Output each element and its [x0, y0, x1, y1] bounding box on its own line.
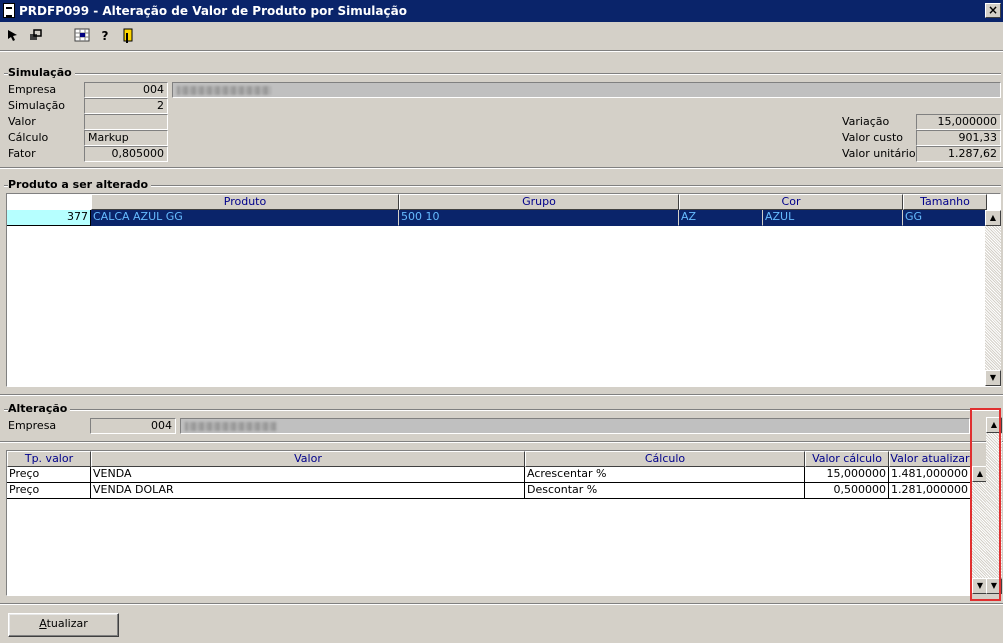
alteracao-empresa-name-field: [180, 418, 970, 434]
variacao-field: 15,000000: [916, 114, 1001, 130]
reload-icon[interactable]: [28, 28, 44, 44]
close-button[interactable]: ×: [985, 3, 1001, 18]
col-produto-header[interactable]: Produto: [91, 194, 399, 210]
calculo-field: Markup: [84, 130, 168, 146]
grid-icon[interactable]: [74, 28, 90, 44]
highlight-box: [970, 408, 1001, 601]
row2-tp-valor[interactable]: Preço: [7, 483, 91, 499]
col-grupo-header[interactable]: Grupo: [399, 194, 679, 210]
col-valor-atualizar-header[interactable]: Valor atualizar: [889, 451, 971, 467]
row2-valor-calculo[interactable]: 0,500000: [805, 483, 889, 499]
alteracao-grid[interactable]: Tp. valor Valor Cálculo Valor cálculo Va…: [6, 450, 971, 596]
alteracao-separator: [0, 441, 1003, 443]
alteracao-empresa-label: Empresa: [8, 419, 57, 432]
simulacao-field: 2: [84, 98, 168, 114]
window-title: PRDFP099 - Alteração de Valor de Produto…: [19, 4, 407, 18]
produto-grid[interactable]: Produto Grupo Cor Tamanho 377 CALCA AZUL…: [6, 193, 1001, 387]
row1-tp-valor[interactable]: Preço: [7, 467, 91, 483]
produto-cor-cell[interactable]: AZUL: [763, 210, 903, 226]
produto-scrollbar[interactable]: ▲ ▼: [985, 210, 1001, 386]
valor-custo-label: Valor custo: [842, 131, 904, 144]
empresa-field: 004: [84, 82, 168, 98]
valor-label: Valor: [8, 115, 36, 128]
section-separator-2: [0, 394, 1003, 396]
alteracao-group-line: [4, 409, 1001, 411]
section-separator: [0, 167, 1003, 169]
produto-grupo-cell[interactable]: 500 10: [399, 210, 679, 226]
exit-icon[interactable]: [120, 28, 136, 44]
produto-tamanho-cell[interactable]: GG: [903, 210, 987, 226]
valor-unitario-label: Valor unitário: [842, 147, 916, 160]
atualizar-button[interactable]: Atualizar: [8, 613, 119, 637]
col-tamanho-header[interactable]: Tamanho: [903, 194, 987, 210]
col-tp-valor-header[interactable]: Tp. valor: [7, 451, 91, 467]
produto-codigo-cell[interactable]: 377: [7, 210, 91, 226]
help-icon[interactable]: ?: [97, 28, 113, 44]
alteracao-group-title: Alteração: [8, 402, 71, 415]
row1-valor-calculo[interactable]: 15,000000: [805, 467, 889, 483]
row1-valor[interactable]: VENDA: [91, 467, 525, 483]
row2-valor-atualizar[interactable]: 1.281,000000: [889, 483, 971, 499]
footer-separator: [0, 603, 1003, 605]
simulacao-group-line: [4, 73, 1001, 75]
col-calculo-header[interactable]: Cálculo: [525, 451, 805, 467]
title-bar: PRDFP099 - Alteração de Valor de Produto…: [0, 0, 1003, 22]
app-icon: [3, 3, 15, 18]
valor-custo-field: 901,33: [916, 130, 1001, 146]
redacted-text: [185, 422, 277, 431]
valor-field: [84, 114, 168, 130]
toolbar: ?: [0, 24, 1003, 50]
produto-group-line: [4, 185, 1001, 187]
calculo-label: Cálculo: [8, 131, 49, 144]
fator-label: Fator: [8, 147, 36, 160]
empresa-name-field: [172, 82, 1001, 98]
empresa-label: Empresa: [8, 83, 57, 96]
variacao-label: Variação: [842, 115, 890, 128]
produto-nome-cell[interactable]: CALCA AZUL GG: [91, 210, 399, 226]
row2-calculo[interactable]: Descontar %: [525, 483, 805, 499]
valor-unitario-field: 1.287,62: [916, 146, 1001, 162]
toolbar-separator: [0, 50, 1003, 52]
row1-valor-atualizar[interactable]: 1.481,000000: [889, 467, 971, 483]
simulacao-label: Simulação: [8, 99, 66, 112]
atualizar-label: Atualizar: [39, 617, 88, 630]
row1-calculo[interactable]: Acrescentar %: [525, 467, 805, 483]
redacted-text: [177, 86, 271, 95]
simulacao-group-title: Simulação: [8, 66, 75, 79]
scroll-up-icon[interactable]: ▲: [985, 210, 1001, 226]
cursor-icon[interactable]: [5, 28, 21, 44]
col-valor-calculo-header[interactable]: Valor cálculo: [805, 451, 889, 467]
col-valor-header[interactable]: Valor: [91, 451, 525, 467]
fator-field: 0,805000: [84, 146, 168, 162]
alteracao-empresa-field: 004: [90, 418, 176, 434]
produto-cor-cod-cell[interactable]: AZ: [679, 210, 763, 226]
scroll-down-icon[interactable]: ▼: [985, 370, 1001, 386]
col-cor-header[interactable]: Cor: [679, 194, 903, 210]
produto-group-title: Produto a ser alterado: [8, 178, 152, 191]
row2-valor[interactable]: VENDA DOLAR: [91, 483, 525, 499]
